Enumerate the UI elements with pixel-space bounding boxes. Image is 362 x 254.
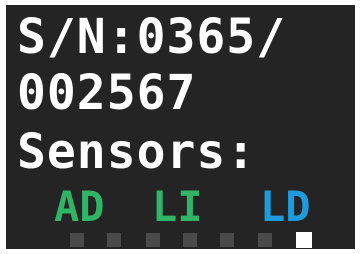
page-dot [107,233,121,247]
page-indicator [6,232,355,248]
sensor-li: LI [152,182,203,231]
sensor-list: AD LI LD [6,183,355,231]
device-display: S/N:0365/ 002567 Sensors: AD LI LD [6,5,355,249]
page-dot-active [296,232,312,248]
sensor-ad: AD [54,182,105,231]
page-dot [70,233,84,247]
page-dot [146,233,160,247]
sensors-heading: Sensors: [17,124,257,180]
page-dot [258,233,272,247]
page-dot [220,233,234,247]
sensor-ld: LD [260,182,311,231]
page-dot [183,233,197,247]
serial-number-line: 002567 [17,65,197,121]
serial-label-line: S/N:0365/ [17,9,287,65]
